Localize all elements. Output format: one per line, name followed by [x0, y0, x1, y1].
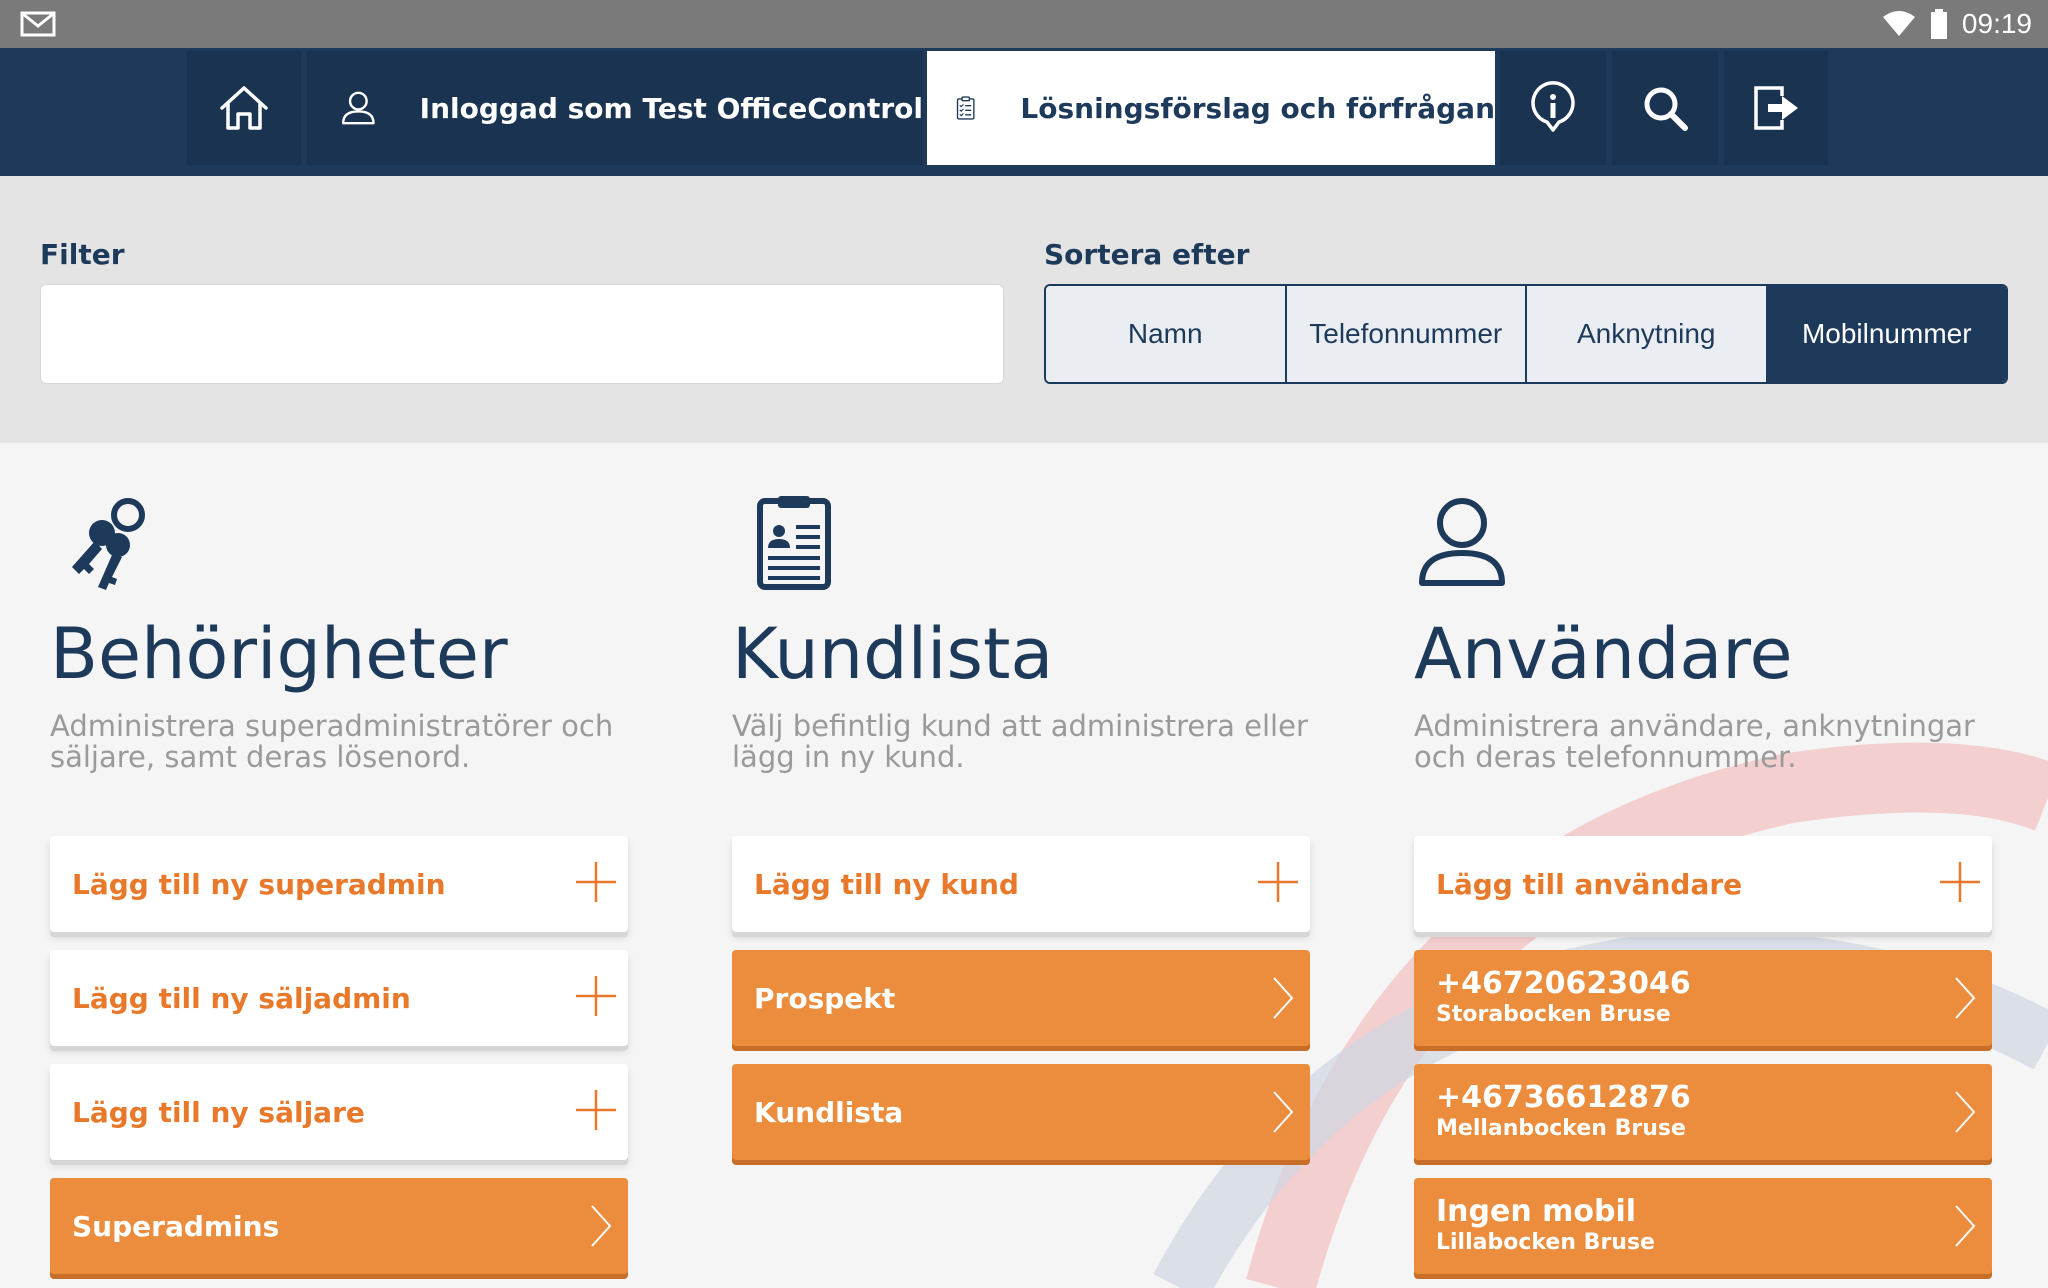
filter-bar: Filter Sortera efter Namn Telefonnummer …	[0, 176, 2048, 443]
customer-list-label: Kundlista	[754, 1095, 904, 1129]
chevron-right-icon	[1273, 1091, 1294, 1133]
battery-icon	[1930, 9, 1947, 39]
home-button[interactable]	[187, 51, 301, 165]
permissions-title: Behörigheter	[50, 613, 508, 695]
customer-list-button[interactable]: Kundlista	[732, 1064, 1310, 1160]
status-bar: 09:19	[0, 0, 2048, 48]
customer-list-title: Kundlista	[732, 613, 1054, 695]
active-tab-label: Lösningsförslag och förfrågan	[1020, 91, 1495, 125]
add-seller-label: Lägg till ny säljare	[72, 1095, 365, 1129]
add-superadmin-button[interactable]: Lägg till ny superadmin	[50, 836, 628, 932]
user-name: Lillabocken Bruse	[1436, 1230, 1655, 1255]
add-seller-button[interactable]: Lägg till ny säljare	[50, 1064, 628, 1160]
superadmins-label: Superadmins	[72, 1209, 280, 1243]
clock: 09:19	[1961, 8, 2032, 39]
user-account-button[interactable]: Inloggad som Test OfficeControl	[307, 51, 923, 165]
user-name: Storabocken Bruse	[1436, 1002, 1671, 1027]
logged-in-label: Inloggad som Test OfficeControl	[419, 91, 923, 125]
prospects-button[interactable]: Prospekt	[732, 950, 1310, 1046]
user-icon	[341, 91, 375, 125]
logout-button[interactable]	[1724, 51, 1828, 165]
filter-input[interactable]	[40, 284, 1004, 384]
customer-list-description: Välj befintlig kund att administrera ell…	[732, 709, 1308, 774]
info-button[interactable]	[1500, 51, 1606, 165]
add-customer-label: Lägg till ny kund	[754, 867, 1019, 901]
user-item[interactable]: +46720623046 Storabocken Bruse	[1414, 950, 1992, 1046]
info-icon	[1531, 81, 1575, 132]
user-name: Mellanbocken Bruse	[1436, 1116, 1686, 1141]
tab-solution-proposals[interactable]: Lösningsförslag och förfrågan	[927, 51, 1495, 165]
plus-icon	[1258, 862, 1298, 902]
top-nav: Inloggad som Test OfficeControl Lösnings…	[0, 48, 2048, 176]
add-user-label: Lägg till användare	[1436, 867, 1743, 901]
search-icon	[1644, 87, 1688, 131]
user-phone: +46736612876	[1436, 1080, 1691, 1115]
filter-label: Filter	[40, 238, 125, 271]
plus-icon	[576, 976, 616, 1016]
sort-option-mobile[interactable]: Mobilnummer	[1767, 286, 2006, 382]
chevron-right-icon	[591, 1205, 612, 1247]
chevron-right-icon	[1955, 1091, 1976, 1133]
gmail-icon	[20, 11, 56, 37]
sort-option-extension[interactable]: Anknytning	[1527, 286, 1768, 382]
logout-icon	[1754, 86, 1798, 130]
users-title: Användare	[1414, 613, 1793, 695]
users-description: Administrera användare, anknytningar och…	[1414, 709, 1975, 774]
clipboard-contact-icon	[757, 496, 831, 590]
add-user-button[interactable]: Lägg till användare	[1414, 836, 1992, 932]
chevron-right-icon	[1273, 977, 1294, 1019]
plus-icon	[576, 1090, 616, 1130]
add-sales-admin-label: Lägg till ny säljadmin	[72, 981, 411, 1015]
sort-option-name[interactable]: Namn	[1046, 286, 1287, 382]
superadmins-button[interactable]: Superadmins	[50, 1178, 628, 1274]
main-content: Behörigheter Administrera superadministr…	[0, 443, 2048, 1288]
add-superadmin-label: Lägg till ny superadmin	[72, 867, 446, 901]
user-item[interactable]: Ingen mobil Lillabocken Bruse	[1414, 1178, 1992, 1274]
keys-icon	[72, 498, 145, 590]
chevron-right-icon	[1955, 1205, 1976, 1247]
home-icon	[220, 86, 268, 130]
user-icon	[1419, 498, 1505, 586]
permissions-description: Administrera superadministratörer och sä…	[50, 709, 614, 774]
sort-segmented-control: Namn Telefonnummer Anknytning Mobilnumme…	[1044, 284, 2008, 384]
chevron-right-icon	[1955, 977, 1976, 1019]
user-phone: Ingen mobil	[1436, 1194, 1637, 1229]
wifi-icon	[1882, 11, 1915, 36]
user-item[interactable]: +46736612876 Mellanbocken Bruse	[1414, 1064, 1992, 1160]
sort-label: Sortera efter	[1044, 238, 1250, 271]
clipboard-checklist-icon	[956, 96, 975, 120]
prospects-label: Prospekt	[754, 981, 896, 1015]
plus-icon	[576, 862, 616, 902]
search-button[interactable]	[1612, 51, 1718, 165]
add-sales-admin-button[interactable]: Lägg till ny säljadmin	[50, 950, 628, 1046]
user-phone: +46720623046	[1436, 966, 1691, 1001]
sort-option-phone[interactable]: Telefonnummer	[1286, 286, 1527, 382]
plus-icon	[1940, 862, 1980, 902]
add-customer-button[interactable]: Lägg till ny kund	[732, 836, 1310, 932]
